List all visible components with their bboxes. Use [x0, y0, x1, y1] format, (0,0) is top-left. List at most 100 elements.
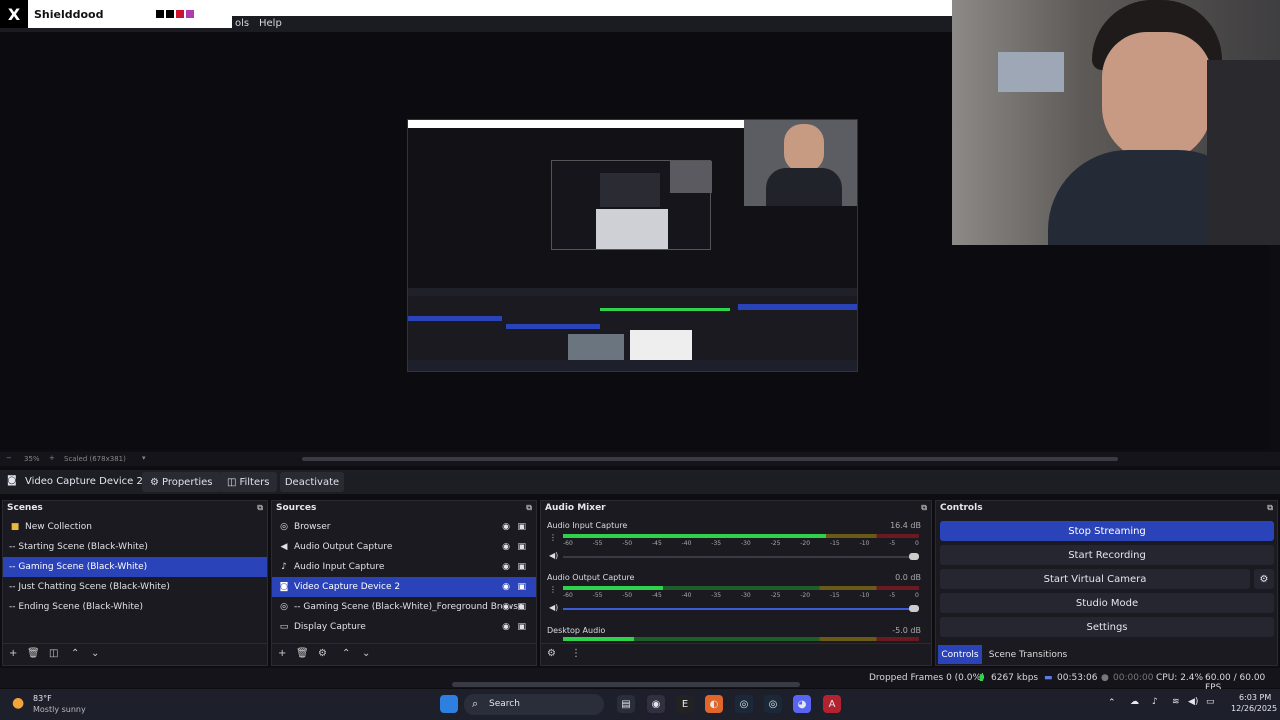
studio-mode-button[interactable]: Studio Mode — [940, 593, 1274, 613]
tab-controls[interactable]: Controls — [938, 645, 982, 664]
gear-icon[interactable]: ⚙ — [318, 648, 327, 659]
scene-item[interactable]: -- Gaming Scene (Black-White) — [3, 557, 267, 577]
volume-meter — [563, 534, 919, 538]
eye-icon[interactable]: ◉ — [502, 537, 510, 557]
lock-icon[interactable]: ▣ — [517, 577, 526, 597]
wifi-icon[interactable]: ≋ — [1172, 697, 1180, 707]
down-icon[interactable]: ⌄ — [362, 648, 370, 659]
tab-scene-transitions[interactable]: Scene Transitions — [988, 645, 1068, 664]
overlay-badge: X Shielddood — [0, 0, 232, 28]
source-item[interactable]: ♪ Audio Input Capture ◉ ▣ — [272, 557, 536, 577]
menu-dots-icon[interactable]: ⋮ — [549, 585, 557, 594]
menu-tools[interactable]: ols — [235, 18, 249, 29]
lock-icon[interactable]: ▣ — [517, 597, 526, 617]
mic-icon[interactable]: ♪ — [1152, 697, 1158, 707]
menu-help[interactable]: Help — [259, 18, 282, 29]
add-icon[interactable]: + — [278, 648, 286, 659]
stop-streaming-button[interactable]: Stop Streaming — [940, 521, 1274, 541]
discord-icon[interactable]: ◕ — [793, 695, 811, 713]
battery-icon[interactable]: ▭ — [1206, 697, 1215, 707]
source-item[interactable]: ▭ Display Capture ◉ ▣ — [272, 617, 536, 637]
zoom-in-button[interactable]: + — [49, 454, 55, 462]
meter-tick-label: -35 — [711, 540, 722, 547]
task-view-icon[interactable]: ▤ — [617, 695, 635, 713]
source-item[interactable]: ◀ Audio Output Capture ◉ ▣ — [272, 537, 536, 557]
eye-icon[interactable]: ◉ — [502, 557, 510, 577]
filter-icon[interactable]: ◫ — [49, 648, 58, 659]
obs-icon[interactable]: ◉ — [647, 695, 665, 713]
popout-icon[interactable]: ⧉ — [257, 501, 263, 515]
slider-knob[interactable] — [909, 553, 919, 560]
lock-icon[interactable]: ▣ — [517, 617, 526, 637]
windows-start-icon[interactable] — [440, 695, 458, 713]
popout-icon[interactable]: ⧉ — [526, 501, 532, 515]
start-virtual-camera-button[interactable]: Start Virtual Camera — [940, 569, 1250, 589]
preview-scrollbar[interactable] — [302, 457, 1118, 461]
steam-icon[interactable]: ◎ — [764, 695, 782, 713]
speaker-icon[interactable]: ◀) — [549, 551, 558, 560]
menu-dots-icon[interactable]: ⋮ — [571, 648, 581, 659]
deactivate-button[interactable]: Deactivate — [280, 472, 344, 492]
firefox-icon[interactable]: ◐ — [705, 695, 723, 713]
volume-slider[interactable] — [563, 605, 919, 612]
lock-icon[interactable]: ▣ — [517, 537, 526, 557]
clock-date: 12/26/2025 — [1231, 704, 1278, 713]
meter-tick-label: -40 — [681, 540, 692, 547]
zoom-bar: − 35% + Scaled (678x381) ▾ — [0, 452, 1280, 466]
swatch — [185, 10, 194, 18]
zoom-out-button[interactable]: − — [6, 454, 12, 462]
properties-button[interactable]: ⚙ Properties — [142, 472, 221, 492]
epic-games-icon[interactable]: E — [676, 695, 694, 713]
gear-icon[interactable]: ⚙ — [1254, 569, 1274, 589]
app-icon[interactable]: A — [823, 695, 841, 713]
steam-icon[interactable]: ◎ — [735, 695, 753, 713]
popout-icon[interactable]: ⧉ — [921, 501, 927, 515]
slider-knob[interactable] — [909, 605, 919, 612]
down-icon[interactable]: ⌄ — [91, 648, 99, 659]
sources-title: Sources — [276, 503, 317, 513]
globe-icon: ◎ — [280, 602, 288, 612]
up-icon[interactable]: ⌃ — [342, 648, 350, 659]
lock-icon[interactable]: ▣ — [517, 517, 526, 537]
eye-icon[interactable]: ◉ — [502, 597, 510, 617]
swatch — [165, 10, 174, 18]
preview-canvas[interactable] — [407, 119, 858, 372]
advanced-audio-icon[interactable]: ⚙ — [547, 648, 556, 659]
lock-icon[interactable]: ▣ — [517, 557, 526, 577]
eye-icon[interactable]: ◉ — [502, 517, 510, 537]
scale-dropdown-icon[interactable]: ▾ — [142, 454, 146, 462]
trash-icon[interactable]: 🗑 — [296, 648, 309, 659]
scene-item[interactable]: -- Starting Scene (Black-White) — [3, 537, 267, 557]
filters-button[interactable]: ◫ Filters — [219, 472, 278, 492]
menu-dots-icon[interactable]: ⋮ — [549, 533, 557, 542]
folder-icon: ■ — [10, 522, 20, 532]
settings-button[interactable]: Settings — [940, 617, 1274, 637]
cloud-icon[interactable]: ☁ — [1130, 697, 1139, 707]
scene-item[interactable]: ■ New Collection — [3, 517, 267, 537]
chevron-up-icon[interactable]: ⌃ — [1108, 698, 1116, 708]
meter-tick-label: -50 — [622, 540, 633, 547]
volume-icon[interactable]: ◀) — [1188, 697, 1198, 707]
eye-icon[interactable]: ◉ — [502, 617, 510, 637]
source-item[interactable]: ◎ Browser ◉ ▣ — [272, 517, 536, 537]
meter-tick-label: -5 — [889, 540, 896, 547]
dropped-frames: Dropped Frames 0 (0.0%) — [869, 673, 985, 683]
channel-name: Audio Input Capture — [547, 521, 628, 530]
add-icon[interactable]: + — [9, 648, 17, 659]
meter-tick-label: -55 — [592, 592, 603, 599]
source-item[interactable]: ◎ -- Gaming Scene (Black-White)_Foregroun… — [272, 597, 536, 617]
start-recording-button[interactable]: Start Recording — [940, 545, 1274, 565]
horizontal-scrollbar[interactable] — [452, 682, 800, 687]
mixer-channel: Audio Input Capture 16.4 dB ⋮ -60 -55 -50-… — [547, 521, 921, 569]
popout-icon[interactable]: ⧉ — [1267, 501, 1273, 515]
taskbar-search[interactable]: ⌕ Search — [464, 694, 604, 715]
scene-item[interactable]: -- Ending Scene (Black-White) — [3, 597, 267, 617]
volume-meter — [563, 586, 919, 590]
eye-icon[interactable]: ◉ — [502, 577, 510, 597]
speaker-icon[interactable]: ◀) — [549, 603, 558, 612]
trash-icon[interactable]: 🗑 — [27, 648, 40, 659]
source-item[interactable]: ◙ Video Capture Device 2 ◉ ▣ — [272, 577, 536, 597]
volume-slider[interactable] — [563, 553, 919, 560]
up-icon[interactable]: ⌃ — [71, 648, 79, 659]
scene-item[interactable]: -- Just Chatting Scene (Black-White) — [3, 577, 267, 597]
